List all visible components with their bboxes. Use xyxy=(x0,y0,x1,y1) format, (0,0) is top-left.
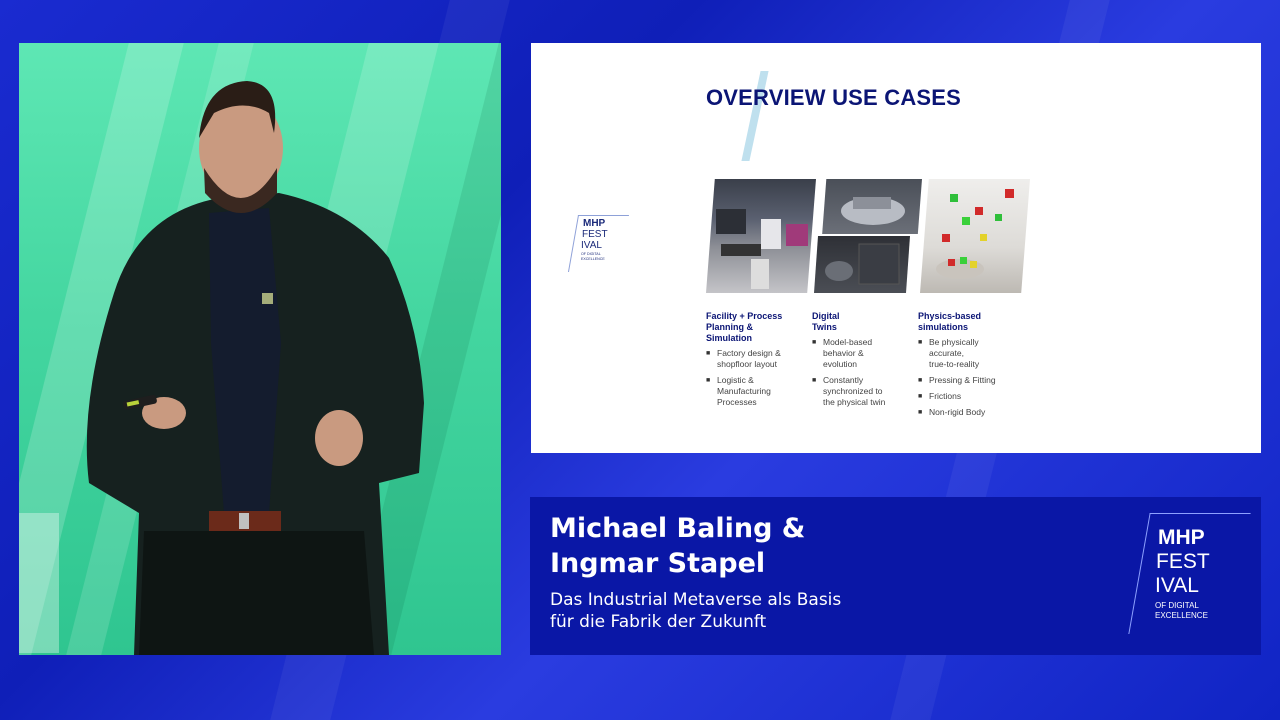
bullet-icon: ■ xyxy=(918,339,923,346)
presentation-slide: OVERVIEW USE CASES MHP FEST IVAL OF DIGI… xyxy=(531,43,1261,453)
factory-scene-icon xyxy=(716,209,808,289)
use-case-column-digital-twins: Digital Twins ■ Model-based behavior & e… xyxy=(812,311,912,413)
column-title: Facility + Process Planning & Simulation xyxy=(706,311,783,343)
speaker-figure xyxy=(86,81,425,655)
talk-title: Das Industrial Metaverse als Basis für d… xyxy=(550,590,842,632)
engine-detail-image xyxy=(814,236,910,293)
list-item: ■ Frictions xyxy=(918,391,962,401)
bullet-icon: ■ xyxy=(918,409,923,416)
factory-floor-image xyxy=(706,179,816,293)
mhp-festival-logo: MHP FEST IVAL OF DIGITAL EXCELLENCE xyxy=(1125,509,1251,637)
falling-cubes-icon xyxy=(936,189,1014,279)
bullet-icon: ■ xyxy=(706,350,711,357)
bullet-icon: ■ xyxy=(812,377,817,384)
speaker-video xyxy=(19,43,501,655)
engine-icon xyxy=(825,243,900,285)
speaker-names: Michael Baling & Ingmar Stapel xyxy=(550,513,806,579)
list-item: ■ Model-based behavior & evolution xyxy=(812,337,873,369)
bullet-icon: ■ xyxy=(706,377,711,384)
list-item: ■ Be physically accurate, true-to-realit… xyxy=(918,337,980,369)
bullet-icon: ■ xyxy=(812,339,817,346)
list-item: ■ Factory design & shopfloor layout xyxy=(706,348,781,369)
column-title: Physics-based simulations xyxy=(918,311,982,332)
list-item: ■ Logistic & Manufacturing Processes xyxy=(706,375,771,407)
slide-title: OVERVIEW USE CASES xyxy=(706,85,962,110)
use-case-column-facility: Facility + Process Planning & Simulation… xyxy=(706,311,806,413)
mhp-festival-logo: MHP FEST IVAL OF DIGITAL EXCELLENCE xyxy=(567,215,630,275)
list-item: ■ Non-rigid Body xyxy=(918,407,986,417)
bullet-icon: ■ xyxy=(918,377,923,384)
list-item: ■ Constantly synchronized to the physica… xyxy=(812,375,886,407)
lower-third-caption: Michael Baling & Ingmar Stapel Das Indus… xyxy=(530,497,1261,655)
use-case-column-physics: Physics-based simulations ■ Be physicall… xyxy=(918,311,1018,423)
list-item: ■ Pressing & Fitting xyxy=(918,375,996,385)
physics-simulation-image xyxy=(920,179,1030,293)
car-body-icon xyxy=(841,197,905,225)
column-title: Digital Twins xyxy=(812,311,840,332)
bullet-icon: ■ xyxy=(918,393,923,400)
car-assembly-image xyxy=(822,179,922,234)
